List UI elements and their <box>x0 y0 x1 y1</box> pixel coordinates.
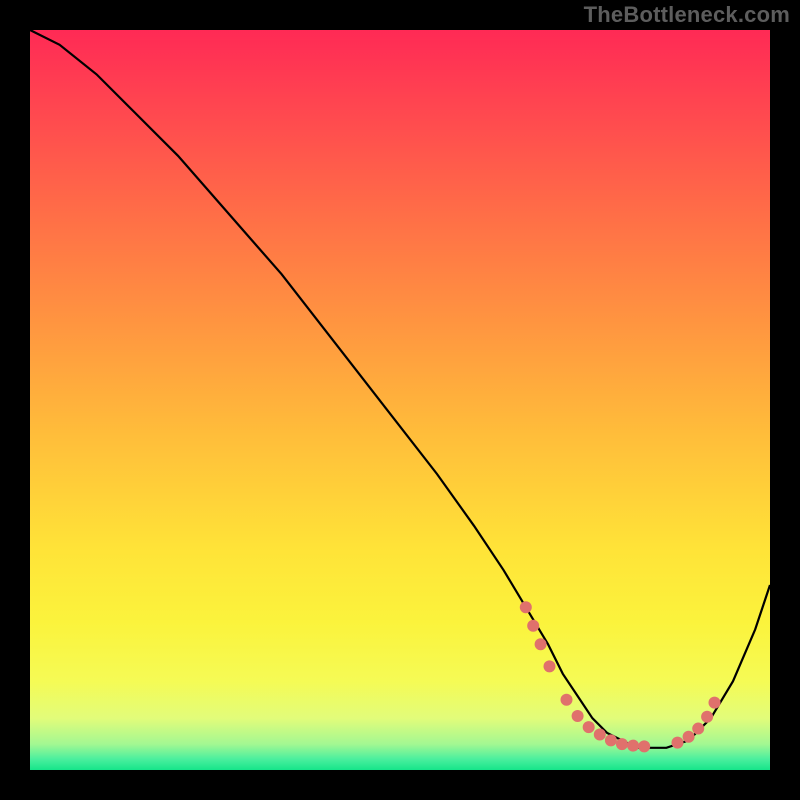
highlight-dot <box>561 694 573 706</box>
chart-frame: TheBottleneck.com <box>0 0 800 800</box>
highlight-dot <box>535 638 547 650</box>
highlight-dot <box>683 731 695 743</box>
highlight-dot <box>672 737 684 749</box>
highlight-dot <box>527 620 539 632</box>
highlight-dot <box>701 711 713 723</box>
highlight-dot <box>543 660 555 672</box>
highlight-dot <box>627 740 639 752</box>
highlight-dot <box>638 740 650 752</box>
highlight-dot <box>709 697 721 709</box>
highlight-dot <box>616 738 628 750</box>
highlight-dot <box>572 710 584 722</box>
highlight-dot <box>583 721 595 733</box>
watermark-text: TheBottleneck.com <box>584 2 790 28</box>
highlight-dot <box>594 728 606 740</box>
highlight-dot <box>692 723 704 735</box>
highlight-dot <box>605 734 617 746</box>
bottleneck-chart <box>30 30 770 770</box>
highlight-dot <box>520 601 532 613</box>
gradient-background <box>30 30 770 770</box>
